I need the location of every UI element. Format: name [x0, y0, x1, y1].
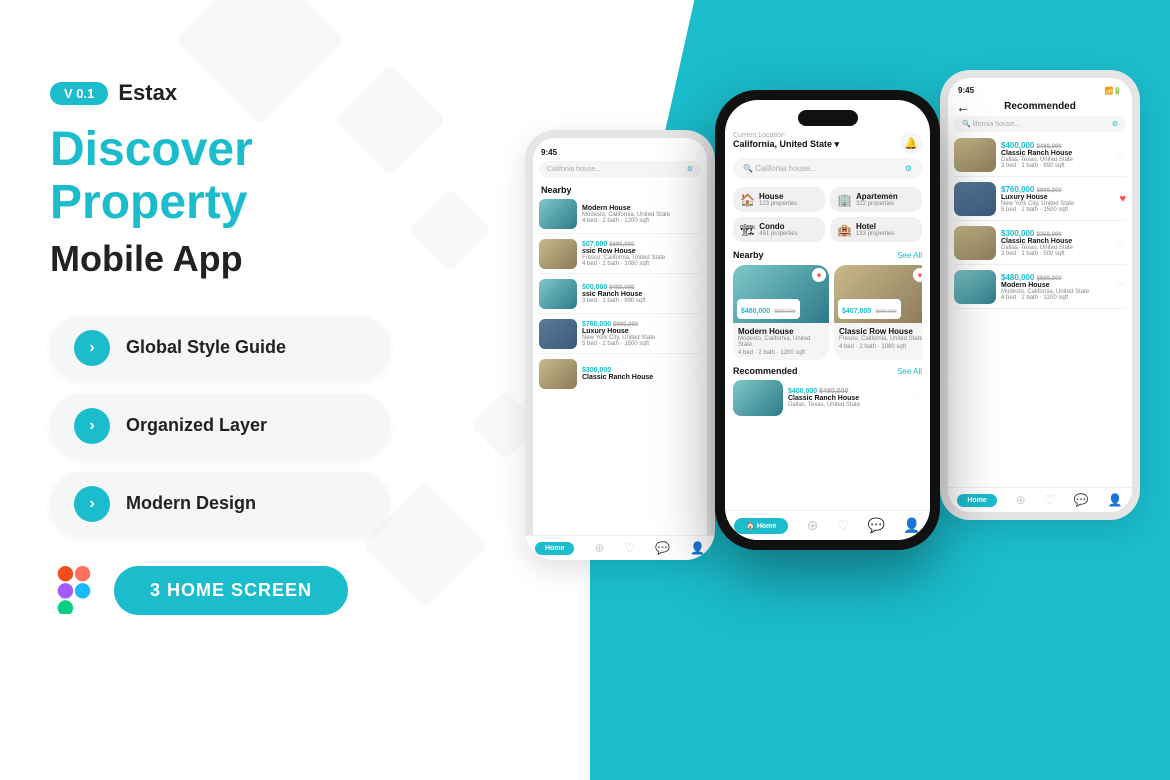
phone-notch — [798, 110, 858, 126]
rec-bottom-nav: Home ⊕ ♡ 💬 👤 — [948, 487, 1132, 512]
rec-nav-heart[interactable]: ♡ — [1044, 493, 1055, 507]
rec-nav-chat[interactable]: 💬 — [1074, 493, 1089, 507]
cat-house[interactable]: 🏠 House 123 properties — [733, 187, 825, 212]
rec-list-item[interactable]: $480,000 $580,000 Modern House Modesto, … — [954, 270, 1126, 309]
main-nav-heart[interactable]: ♡ — [837, 517, 850, 534]
nav-heart-icon[interactable]: ♡ — [624, 541, 635, 552]
nearby-header: Nearby See All — [733, 250, 922, 260]
card-heart-2[interactable]: ♥ — [913, 268, 922, 282]
nav-home-btn[interactable]: Home — [535, 542, 574, 553]
recommended-list: $400,000 $480,000 Classic Ranch House Da… — [948, 138, 1132, 314]
see-all-recommended[interactable]: See All — [897, 367, 922, 376]
nearby-item-img — [539, 239, 577, 269]
feature-item-modern-design: › Modern Design — [50, 472, 390, 536]
nearby-item: $300,000 Classic Ranch House ♡ — [539, 359, 701, 393]
card-img-1: $480,000 $580,000 ♥ — [733, 265, 829, 323]
categories-grid: 🏠 House 123 properties 🏢 Apartemen 322 p… — [733, 187, 922, 242]
nav-explore-icon[interactable]: ⊕ — [594, 541, 604, 552]
notification-bell[interactable]: 🔔 — [900, 132, 922, 154]
nearby-item-img — [539, 279, 577, 309]
figma-icon — [50, 566, 98, 614]
main-app-header: Current Location California, United Stat… — [725, 100, 930, 416]
phone-recommended-screen: 9:45 📶🔋 ← Recommended 🔍 lifornia house..… — [948, 78, 1132, 512]
nearby-item-img — [539, 199, 577, 229]
card-heart-1[interactable]: ♥ — [812, 268, 826, 282]
see-all-nearby[interactable]: See All — [897, 251, 922, 260]
feature-label-2: Organized Layer — [126, 415, 267, 436]
rec-item-preview: $400,000 $480,000 Classic Ranch House Da… — [733, 380, 922, 416]
cat-condo[interactable]: 🏗 Condo 451 properties — [733, 217, 825, 242]
nearby-item: $07,000 $690,000 ssic Row House Fresco, … — [539, 239, 701, 274]
rec-nav-home[interactable]: Home — [957, 494, 996, 507]
card-modern-house[interactable]: $480,000 $580,000 ♥ Modern House Modesto… — [733, 265, 829, 360]
cat-hotel[interactable]: 🏨 Hotel 133 properties — [830, 217, 922, 242]
feature-chevron-icon-1: › — [74, 330, 110, 366]
headline: Discover Property — [50, 124, 450, 230]
nearby-item-img — [539, 359, 577, 389]
cta-button[interactable]: 3 HOME SCREEN — [114, 566, 348, 615]
phone-nearby-screen: 9:45 Califonia house... ⚙ Nearby Modern … — [533, 138, 707, 552]
rec-list-item[interactable]: $400,000 $480,000 Classic Ranch House Da… — [954, 138, 1126, 177]
subheadline: Mobile App — [50, 238, 450, 280]
rec-preview-img — [733, 380, 783, 416]
rec-heart-2[interactable]: ♥ — [1119, 193, 1126, 205]
main-nav-home[interactable]: 🏠 Home — [734, 518, 788, 534]
card-classic-row[interactable]: $407,000 $690,000 ♥ Classic Row House Fr… — [834, 265, 922, 360]
phone-main: Current Location California, United Stat… — [715, 90, 940, 550]
feature-label-3: Modern Design — [126, 493, 256, 514]
feature-chevron-icon-3: › — [74, 486, 110, 522]
rec-heart-4[interactable]: ♡ — [1116, 281, 1126, 294]
version-row: V 0.1 Estax — [50, 80, 450, 106]
nearby-item: $00,000 $480,000 ssic Ranch House 3 bed … — [539, 279, 701, 314]
feature-item-organized-layer: › Organized Layer — [50, 394, 390, 458]
nearby-search: Califonia house... ⚙ — [539, 161, 701, 177]
rec-back-button[interactable]: ← — [956, 99, 970, 115]
rec-nav-profile[interactable]: 👤 — [1108, 493, 1123, 507]
nearby-item: Modern House Modesto, California, United… — [539, 199, 701, 234]
phone-nearby: 9:45 Califonia house... ⚙ Nearby Modern … — [525, 130, 715, 560]
bottom-row: 3 HOME SCREEN — [50, 566, 450, 615]
nav-chat-icon[interactable]: 💬 — [655, 541, 670, 552]
card-img-2: $407,000 $690,000 ♥ — [834, 265, 922, 323]
nearby-item-img — [539, 319, 577, 349]
main-nav-chat[interactable]: 💬 — [868, 517, 885, 534]
cat-apartemen[interactable]: 🏢 Apartemen 322 properties — [830, 187, 922, 212]
rec-list-item[interactable]: $300,000 $350,000 Classic Ranch House Da… — [954, 226, 1126, 265]
nearby-item: $760,000 $900,000 Luxury House New York … — [539, 319, 701, 354]
version-badge: V 0.1 — [50, 82, 108, 105]
rec-heart[interactable]: ♡ — [913, 393, 922, 404]
nearby-label: Nearby — [533, 181, 707, 199]
recommended-header: Recommended See All — [733, 366, 922, 376]
brand-name: Estax — [118, 80, 177, 106]
rec-search-bar[interactable]: 🔍 lifornia house... ⚙ — [954, 116, 1126, 132]
feature-chevron-icon-2: › — [74, 408, 110, 444]
phone-main-screen: Current Location California, United Stat… — [725, 100, 930, 540]
main-nav-explore[interactable]: ⊕ — [807, 517, 819, 534]
rec-header: ← Recommended — [948, 99, 1132, 116]
left-panel: V 0.1 Estax Discover Property Mobile App… — [50, 80, 450, 615]
rec-status-bar: 9:45 📶🔋 — [948, 78, 1132, 99]
nearby-cards: $480,000 $580,000 ♥ Modern House Modesto… — [733, 265, 922, 360]
rec-list-item[interactable]: $760,000 $900,000 Luxury House New York … — [954, 182, 1126, 221]
rec-nav-explore[interactable]: ⊕ — [1016, 493, 1026, 507]
nearby-bottom-nav: Home ⊕ ♡ 💬 👤 — [533, 535, 707, 552]
main-nav-profile[interactable]: 👤 — [903, 517, 920, 534]
feature-item-global-style: › Global Style Guide — [50, 316, 390, 380]
nearby-time: 9:45 — [533, 138, 707, 161]
nav-profile-icon[interactable]: 👤 — [690, 541, 705, 552]
phone-recommended: 9:45 📶🔋 ← Recommended 🔍 lifornia house..… — [940, 70, 1140, 520]
rec-heart-1[interactable]: ♡ — [1116, 149, 1126, 162]
feature-label-1: Global Style Guide — [126, 337, 286, 358]
main-bottom-nav: 🏠 Home ⊕ ♡ 💬 👤 — [725, 510, 930, 540]
main-search[interactable]: 🔍 Califonia house... ⚙ — [733, 158, 922, 179]
nearby-list: Modern House Modesto, California, United… — [533, 199, 707, 393]
rec-heart-3[interactable]: ♡ — [1116, 237, 1126, 250]
